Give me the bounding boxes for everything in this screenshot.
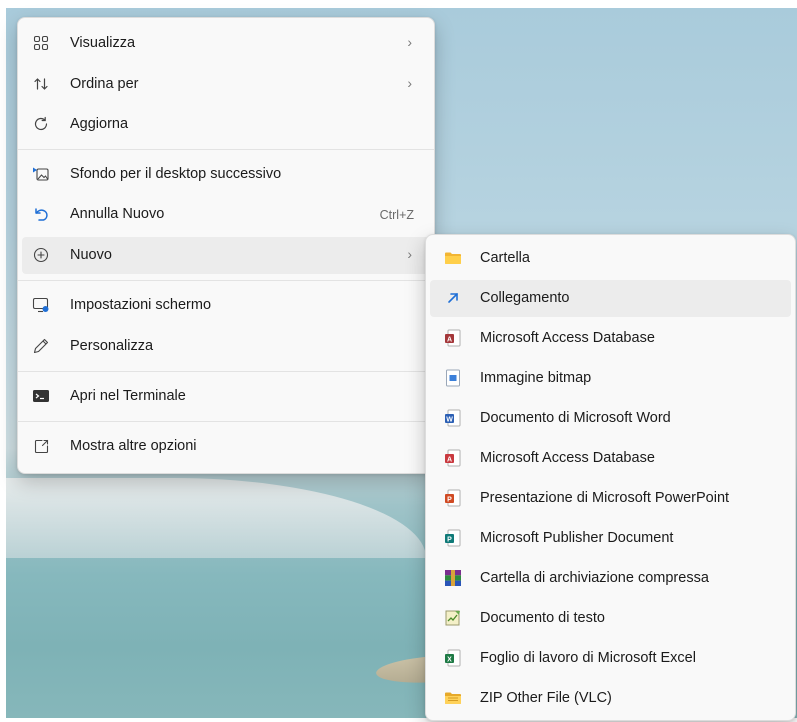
submenu-item-label: ZIP Other File (VLC) xyxy=(480,690,612,706)
submenu-item-documento-word[interactable]: W Documento di Microsoft Word xyxy=(430,400,791,437)
submenu-item-collegamento[interactable]: Collegamento xyxy=(430,280,791,317)
menu-item-label: Visualizza xyxy=(70,35,136,51)
svg-text:A: A xyxy=(447,336,452,343)
chevron-right-icon: › xyxy=(407,75,412,91)
svg-text:P: P xyxy=(447,536,452,543)
plus-circle-icon xyxy=(32,246,50,264)
submenu-item-documento-testo[interactable]: Documento di testo xyxy=(430,600,791,637)
pencil-icon xyxy=(32,337,50,355)
excel-icon: X xyxy=(444,649,462,667)
winrar-archive-icon xyxy=(444,569,462,587)
menu-item-label: Impostazioni schermo xyxy=(70,297,212,313)
menu-item-impostazioni-schermo[interactable]: Impostazioni schermo xyxy=(22,287,430,324)
bitmap-icon xyxy=(444,369,462,387)
submenu-item-immagine-bitmap[interactable]: Immagine bitmap xyxy=(430,360,791,397)
refresh-icon xyxy=(32,115,50,133)
powerpoint-icon: P xyxy=(444,489,462,507)
submenu-item-label: Microsoft Access Database xyxy=(480,330,655,346)
submenu-item-zip-vlc[interactable]: ZIP Other File (VLC) xyxy=(430,680,791,717)
menu-separator xyxy=(18,149,434,150)
submenu-item-label: Documento di testo xyxy=(480,610,605,626)
submenu-item-label: Documento di Microsoft Word xyxy=(480,410,671,426)
menu-item-label: Sfondo per il desktop successivo xyxy=(70,166,282,182)
menu-item-visualizza[interactable]: Visualizza › xyxy=(22,25,430,62)
menu-item-label: Apri nel Terminale xyxy=(70,388,186,404)
submenu-item-publisher[interactable]: P Microsoft Publisher Document xyxy=(430,520,791,557)
menu-item-ordina-per[interactable]: Ordina per › xyxy=(22,66,430,103)
menu-separator xyxy=(18,371,434,372)
zip-folder-icon xyxy=(444,689,462,707)
chevron-right-icon: › xyxy=(407,34,412,50)
next-wallpaper-icon xyxy=(32,165,50,183)
svg-text:X: X xyxy=(447,656,452,663)
menu-item-label: Personalizza xyxy=(70,338,154,354)
publisher-icon: P xyxy=(444,529,462,547)
submenu-item-access-database-2[interactable]: A Microsoft Access Database xyxy=(430,440,791,477)
menu-item-label: Nuovo xyxy=(70,247,112,263)
nuovo-submenu: Cartella Collegamento A Microsoft Access… xyxy=(425,234,796,721)
word-icon: W xyxy=(444,409,462,427)
terminal-icon xyxy=(32,387,50,405)
menu-item-label: Ordina per xyxy=(70,76,139,92)
display-settings-icon xyxy=(32,296,50,314)
menu-item-label: Mostra altre opzioni xyxy=(70,438,197,454)
access-icon: A xyxy=(444,329,462,347)
menu-item-aggiorna[interactable]: Aggiorna xyxy=(22,106,430,143)
svg-text:W: W xyxy=(446,416,453,423)
submenu-item-cartella[interactable]: Cartella xyxy=(430,240,791,277)
submenu-item-label: Cartella xyxy=(480,250,530,266)
menu-separator xyxy=(18,280,434,281)
submenu-item-label: Microsoft Publisher Document xyxy=(480,530,674,546)
shoreline xyxy=(6,478,426,558)
submenu-item-label: Collegamento xyxy=(480,290,570,306)
shortcut-arrow-icon xyxy=(444,289,462,307)
menu-item-label: Annulla Nuovo xyxy=(70,206,165,222)
access-icon: A xyxy=(444,449,462,467)
chevron-right-icon: › xyxy=(407,246,412,262)
text-document-icon xyxy=(444,609,462,627)
menu-item-annulla-nuovo[interactable]: Annulla Nuovo Ctrl+Z xyxy=(22,196,430,233)
undo-icon xyxy=(32,205,50,223)
submenu-item-powerpoint[interactable]: P Presentazione di Microsoft PowerPoint xyxy=(430,480,791,517)
submenu-item-label: Immagine bitmap xyxy=(480,370,592,386)
submenu-item-label: Presentazione di Microsoft PowerPoint xyxy=(480,490,730,506)
submenu-item-excel[interactable]: X Foglio di lavoro di Microsoft Excel xyxy=(430,640,791,677)
shortcut-label: Ctrl+Z xyxy=(379,208,414,222)
submenu-item-label: Foglio di lavoro di Microsoft Excel xyxy=(480,650,696,666)
sort-icon xyxy=(32,75,50,93)
menu-item-apri-terminale[interactable]: Apri nel Terminale xyxy=(22,378,430,415)
submenu-item-label: Cartella di archiviazione compressa xyxy=(480,570,709,586)
submenu-item-access-database[interactable]: A Microsoft Access Database xyxy=(430,320,791,357)
desktop-context-menu: Visualizza › Ordina per › Aggiorna Sfond… xyxy=(17,17,435,474)
menu-separator xyxy=(18,421,434,422)
more-options-icon xyxy=(32,437,50,455)
svg-text:A: A xyxy=(447,456,452,463)
submenu-item-archivio-compresso[interactable]: Cartella di archiviazione compressa xyxy=(430,560,791,597)
menu-item-sfondo-successivo[interactable]: Sfondo per il desktop successivo xyxy=(22,156,430,193)
grid-icon xyxy=(32,34,50,52)
menu-item-personalizza[interactable]: Personalizza xyxy=(22,328,430,365)
svg-text:P: P xyxy=(447,496,452,503)
menu-item-label: Aggiorna xyxy=(70,116,129,132)
menu-item-nuovo[interactable]: Nuovo › xyxy=(22,237,430,274)
submenu-item-label: Microsoft Access Database xyxy=(480,450,655,466)
menu-item-mostra-altre-opzioni[interactable]: Mostra altre opzioni xyxy=(22,428,430,465)
folder-icon xyxy=(444,249,462,267)
